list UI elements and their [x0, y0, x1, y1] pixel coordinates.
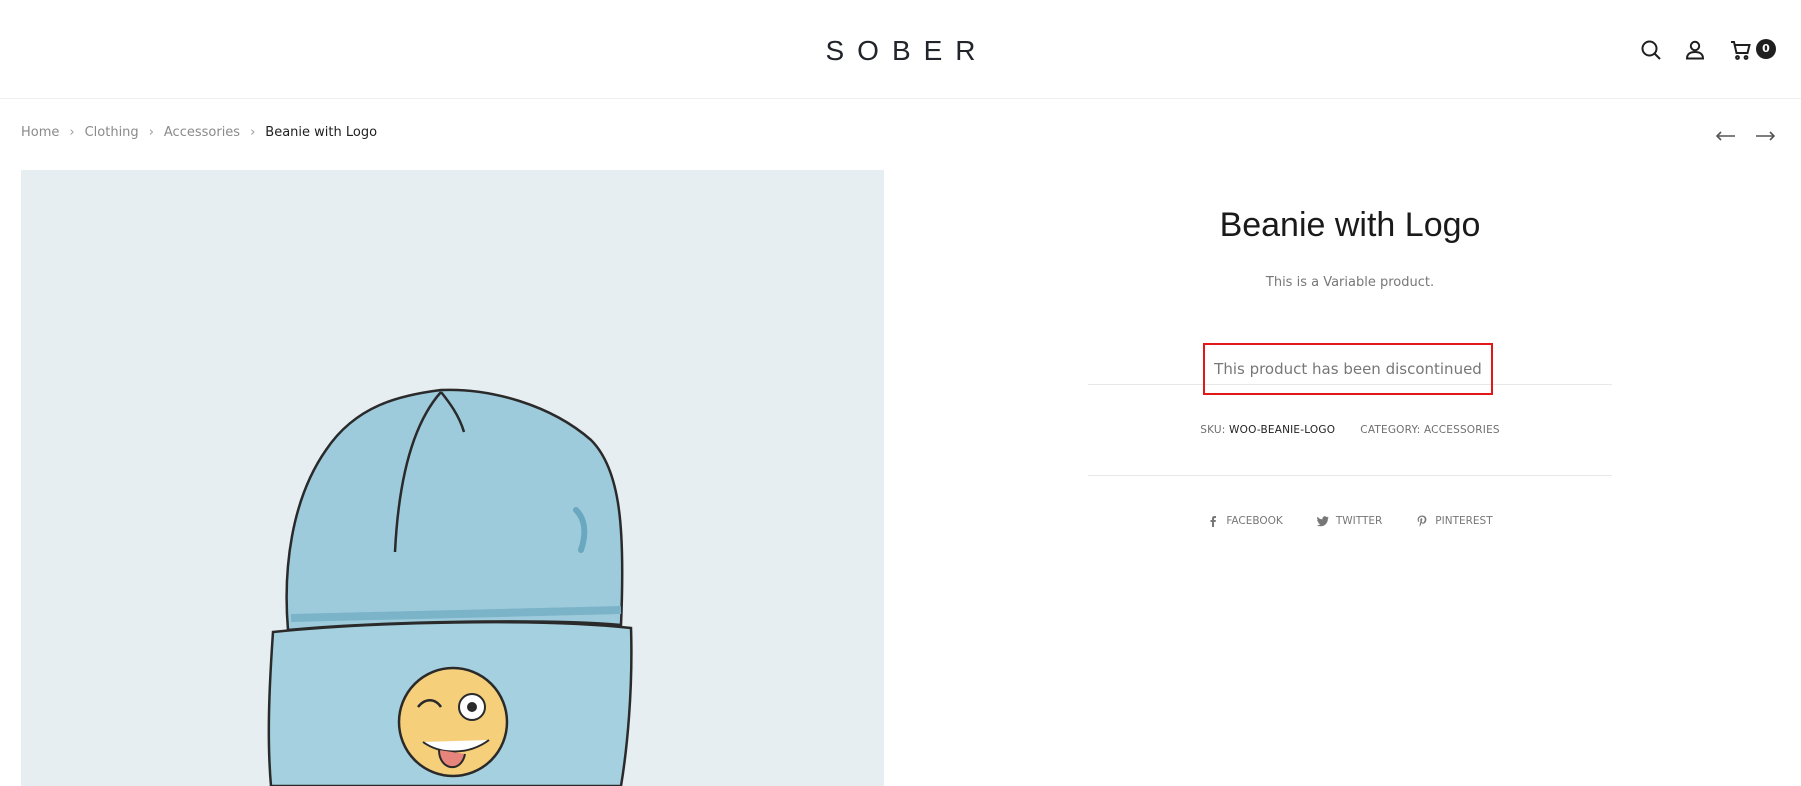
next-product-arrow-icon[interactable] — [1754, 126, 1776, 146]
share-pinterest[interactable]: PINTEREST — [1416, 515, 1493, 527]
breadcrumb-accessories[interactable]: Accessories — [164, 125, 240, 140]
sku-value: WOO-BEANIE-LOGO — [1229, 424, 1336, 436]
product-image[interactable] — [21, 170, 884, 786]
product-title: Beanie with Logo — [1219, 206, 1481, 244]
twitter-icon — [1316, 516, 1329, 527]
chevron-right-icon: › — [148, 125, 154, 140]
site-logo[interactable]: SOBER — [0, 35, 1801, 67]
share-facebook-label: FACEBOOK — [1226, 515, 1283, 527]
breadcrumb-home[interactable]: Home — [21, 125, 59, 140]
discontinued-notice: This product has been discontinued — [1203, 343, 1493, 395]
divider — [1088, 475, 1612, 476]
breadcrumb-clothing[interactable]: Clothing — [85, 125, 139, 140]
site-header: SOBER 0 — [0, 0, 1801, 99]
search-icon[interactable] — [1639, 38, 1663, 62]
sku-label: SKU: — [1200, 424, 1226, 436]
prev-product-arrow-icon[interactable] — [1715, 126, 1737, 146]
share-twitter-label: TWITTER — [1335, 515, 1383, 527]
breadcrumb: Home › Clothing › Accessories › Beanie w… — [21, 125, 377, 140]
pinterest-icon — [1417, 515, 1427, 527]
cart-count-badge[interactable]: 0 — [1756, 39, 1776, 59]
share-pinterest-label: PINTEREST — [1435, 515, 1493, 527]
product-meta: SKU: WOO-BEANIE-LOGO CATEGORY: ACCESSORI… — [1088, 424, 1612, 436]
user-icon[interactable] — [1683, 38, 1707, 62]
share-twitter[interactable]: TWITTER — [1316, 515, 1383, 527]
beanie-illustration — [267, 388, 633, 786]
breadcrumb-current: Beanie with Logo — [265, 125, 378, 140]
cart-icon[interactable] — [1729, 38, 1753, 62]
social-share: FACEBOOK TWITTER PINTEREST — [1088, 515, 1612, 527]
share-facebook[interactable]: FACEBOOK — [1207, 515, 1283, 527]
category-label: CATEGORY: — [1360, 424, 1421, 436]
chevron-right-icon: › — [250, 125, 256, 140]
product-short-description: This is a Variable product. — [1265, 275, 1435, 290]
category-link[interactable]: ACCESSORIES — [1424, 424, 1500, 436]
facebook-icon — [1210, 516, 1217, 527]
chevron-right-icon: › — [69, 125, 75, 140]
